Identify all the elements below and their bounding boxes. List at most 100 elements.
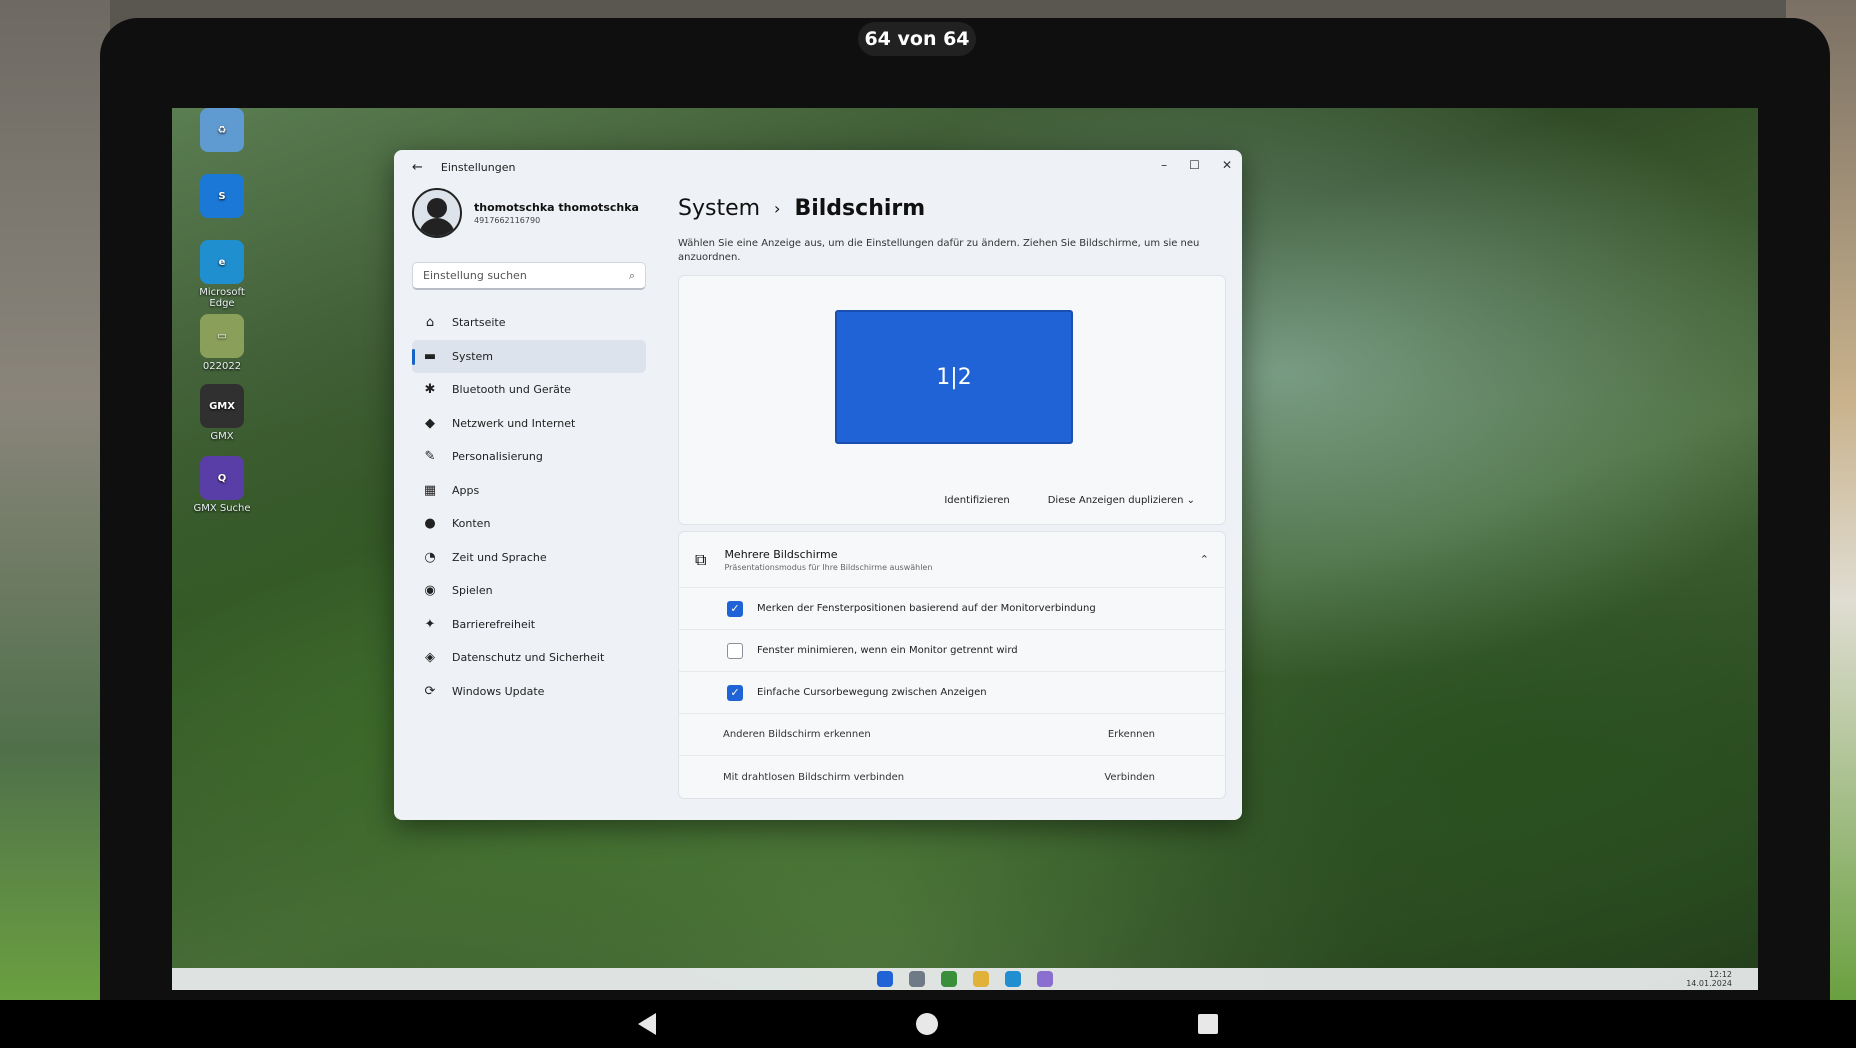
desktop-app-icon: ♻ bbox=[200, 108, 244, 152]
taskbar: 12:12 14.01.2024 bbox=[172, 968, 1758, 990]
desktop-icon[interactable]: S bbox=[190, 174, 254, 221]
action-label: Anderen Bildschirm erkennen bbox=[723, 729, 871, 740]
sidebar-item-label: Bluetooth und Geräte bbox=[452, 383, 571, 397]
desktop-icon[interactable]: GMX GMX bbox=[190, 384, 254, 442]
desktop-app-icon: Q bbox=[200, 456, 244, 500]
search-input[interactable]: Einstellung suchen ⌕ bbox=[412, 262, 646, 290]
chevron-up-icon[interactable]: ⌃ bbox=[1200, 553, 1209, 566]
title-bar: ← Einstellungen bbox=[394, 150, 1242, 184]
desktop-icon[interactable]: e Microsoft Edge bbox=[190, 240, 254, 309]
sidebar-item-label: Barrierefreiheit bbox=[452, 617, 536, 631]
action-row: Mit drahtlosen Bildschirm verbinden Verb… bbox=[679, 756, 1225, 798]
sidebar-item-spielen[interactable]: ◉ Spielen bbox=[412, 574, 646, 608]
option-label: Einfache Cursorbewegung zwischen Anzeige… bbox=[757, 687, 987, 698]
multi-display-icon: ⧉ bbox=[695, 549, 707, 569]
option-checkbox[interactable]: ✓ bbox=[727, 600, 743, 617]
window-controls: – ☐ ✕ bbox=[1161, 158, 1232, 172]
option-label: Fenster minimieren, wenn ein Monitor get… bbox=[757, 645, 1018, 656]
gamepad-icon: ◉ bbox=[424, 583, 436, 599]
display-mode-dropdown[interactable]: Diese Anzeigen duplizieren ⌄ bbox=[1048, 495, 1195, 506]
desktop-icon-label: Microsoft Edge bbox=[199, 287, 245, 309]
sidebar-item-label: Startseite bbox=[452, 316, 506, 330]
breadcrumb: System › Bildschirm bbox=[678, 196, 1226, 221]
system-icon: ▬ bbox=[423, 348, 437, 364]
explorer-icon[interactable] bbox=[973, 971, 989, 987]
maximize-icon[interactable]: ☐ bbox=[1189, 158, 1200, 172]
desktop-icon[interactable]: ♻ bbox=[190, 108, 254, 155]
monitor-tile[interactable]: 1|2 bbox=[835, 310, 1073, 444]
apps-icon: ▦ bbox=[423, 482, 437, 498]
start-icon[interactable] bbox=[877, 971, 893, 987]
profile[interactable]: thomotschka thomotschka 4917662116790 bbox=[412, 188, 646, 238]
system-tray[interactable]: 12:12 14.01.2024 bbox=[1686, 970, 1732, 988]
home-icon: ⌂ bbox=[425, 315, 435, 331]
sidebar-item-apps[interactable]: ▦ Apps bbox=[412, 474, 646, 508]
search-placeholder: Einstellung suchen bbox=[423, 269, 527, 282]
multi-display-subtitle: Präsentationsmodus für Ihre Bildschirme … bbox=[724, 562, 933, 572]
sidebar-item-label: Windows Update bbox=[452, 684, 545, 698]
sidebar-item-datenschutz-und-sicherheit[interactable]: ◈ Datenschutz und Sicherheit bbox=[412, 641, 646, 675]
action-button[interactable]: Verbinden bbox=[1104, 772, 1155, 783]
account-icon: ● bbox=[424, 516, 436, 532]
globe-clock-icon: ◔ bbox=[424, 549, 436, 565]
multi-display-title: Mehrere Bildschirme bbox=[724, 547, 838, 561]
search-icon: ⌕ bbox=[628, 268, 635, 282]
sidebar-item-label: System bbox=[452, 349, 494, 363]
identify-button[interactable]: Identifizieren bbox=[944, 495, 1009, 506]
sidebar-item-label: Personalisierung bbox=[452, 450, 543, 464]
sidebar-item-zeit-und-sprache[interactable]: ◔ Zeit und Sprache bbox=[412, 541, 646, 575]
desktop-app-icon: GMX bbox=[200, 384, 244, 428]
page-description: Wählen Sie eine Anzeige aus, um die Eins… bbox=[678, 238, 1200, 263]
sidebar-item-label: Spielen bbox=[452, 584, 493, 598]
desktop-app-icon: e bbox=[200, 240, 244, 284]
sidebar-item-konten[interactable]: ● Konten bbox=[412, 507, 646, 541]
chevron-right-icon: › bbox=[774, 199, 781, 218]
sidebar-item-windows-update[interactable]: ⟳ Windows Update bbox=[412, 675, 646, 709]
network-icon: ◆ bbox=[425, 415, 435, 431]
action-row: Anderen Bildschirm erkennen Erkennen bbox=[679, 714, 1225, 756]
search-icon[interactable] bbox=[909, 971, 925, 987]
page-title: Bildschirm bbox=[794, 196, 926, 221]
brush-icon: ✎ bbox=[424, 449, 436, 465]
minimize-icon[interactable]: – bbox=[1161, 158, 1167, 172]
desktop-icon-label: GMX bbox=[210, 431, 234, 442]
sidebar-item-personalisierung[interactable]: ✎ Personalisierung bbox=[412, 440, 646, 474]
sidebar-item-startseite[interactable]: ⌂ Startseite bbox=[412, 306, 646, 340]
action-button[interactable]: Erkennen bbox=[1108, 729, 1155, 740]
sidebar-item-label: Netzwerk und Internet bbox=[452, 416, 576, 430]
sidebar-nav: ⌂ Startseite ▬ System ✱ Bluetooth und Gerä… bbox=[412, 306, 646, 708]
close-icon[interactable]: ✕ bbox=[1222, 158, 1232, 172]
option-checkbox[interactable] bbox=[727, 642, 743, 659]
panel-actions: Identifizieren Diese Anzeigen dupliziere… bbox=[944, 495, 1195, 506]
option-checkbox[interactable]: ✓ bbox=[727, 684, 743, 701]
chevron-down-icon: ⌄ bbox=[1186, 495, 1195, 506]
sidebar-item-netzwerk-und-internet[interactable]: ◆ Netzwerk und Internet bbox=[412, 407, 646, 441]
edge-icon[interactable] bbox=[1005, 971, 1021, 987]
profile-id: 4917662116790 bbox=[474, 216, 541, 225]
breadcrumb-parent[interactable]: System bbox=[678, 196, 760, 221]
room-left bbox=[0, 0, 110, 1000]
tray-time: 12:12 bbox=[1708, 970, 1732, 979]
tray-date: 14.01.2024 bbox=[1686, 979, 1732, 988]
action-label: Mit drahtlosen Bildschirm verbinden bbox=[723, 771, 905, 783]
settings-icon[interactable] bbox=[1037, 971, 1053, 987]
sidebar-item-bluetooth-und-geräte[interactable]: ✱ Bluetooth und Geräte bbox=[412, 373, 646, 407]
sidebar-item-barrierefreiheit[interactable]: ✦ Barrierefreiheit bbox=[412, 608, 646, 642]
sidebar-item-label: Konten bbox=[452, 517, 491, 531]
option-row: ✓ Einfache Cursorbewegung zwischen Anzei… bbox=[679, 672, 1225, 714]
chrome-icon[interactable] bbox=[941, 971, 957, 987]
back-arrow-icon[interactable]: ← bbox=[412, 160, 423, 175]
home-icon[interactable] bbox=[916, 1013, 938, 1035]
recents-icon[interactable] bbox=[1198, 1014, 1218, 1034]
sidebar-item-system[interactable]: ▬ System bbox=[412, 339, 646, 373]
desktop-icon[interactable]: Q GMX Suche bbox=[190, 456, 254, 514]
main-content: System › Bildschirm Wählen Sie eine Anze… bbox=[678, 184, 1226, 820]
shield-icon: ◈ bbox=[425, 650, 435, 666]
multi-display-header[interactable]: ⧉ Mehrere Bildschirme Präsentationsmodus… bbox=[679, 532, 1225, 588]
android-nav-bar bbox=[0, 1000, 1856, 1048]
desktop-icon[interactable]: ▭ 022022 bbox=[190, 314, 254, 372]
option-label: Merken der Fensterpositionen basierend a… bbox=[757, 603, 1096, 614]
back-icon[interactable] bbox=[638, 1013, 656, 1035]
desktop-icon-label: 022022 bbox=[202, 361, 242, 372]
desktop-icon-label: GMX Suche bbox=[193, 503, 251, 514]
